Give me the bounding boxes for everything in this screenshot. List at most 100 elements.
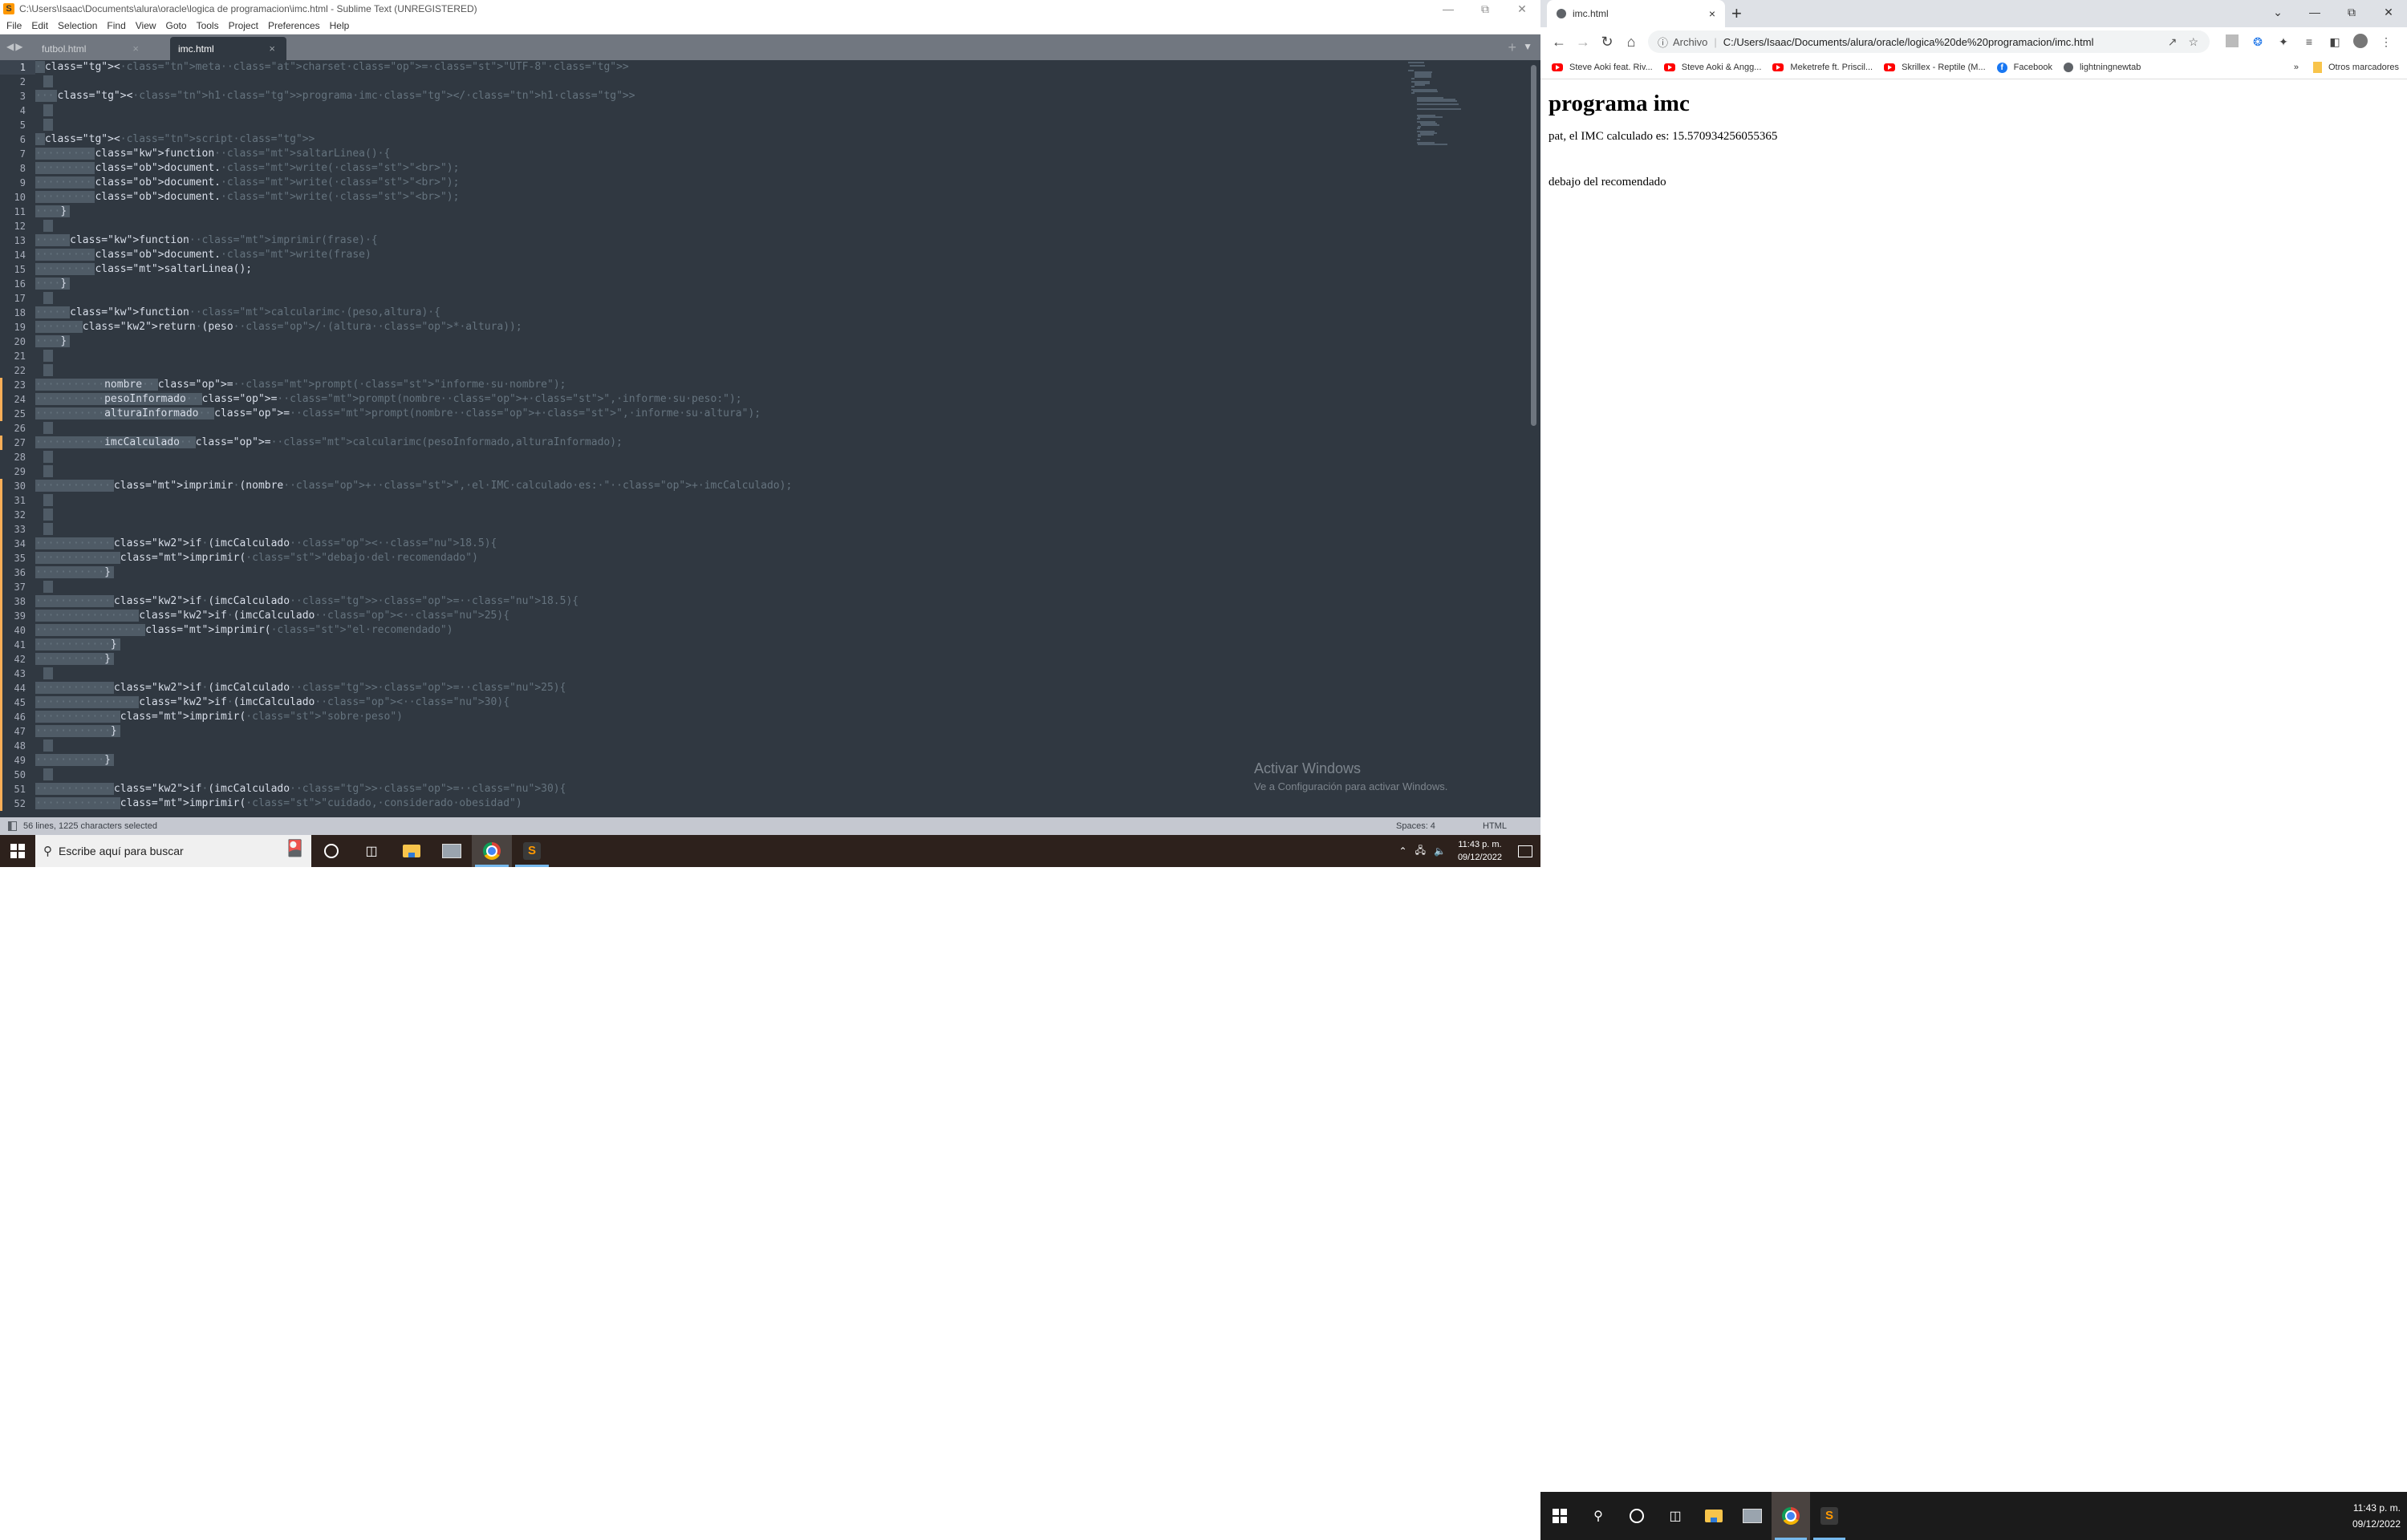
bookmarks-overflow-button[interactable]: » <box>2294 63 2299 72</box>
chrome-menu-icon[interactable]: ⋮ <box>2373 35 2399 49</box>
tray-overflow-chevron-icon[interactable]: ⌃ <box>1399 845 1407 857</box>
code-line[interactable] <box>35 450 792 464</box>
code-line[interactable]: ····} <box>35 277 792 291</box>
home-icon[interactable]: ⌂ <box>1619 34 1643 51</box>
code-line[interactable] <box>35 464 792 479</box>
code-line[interactable] <box>35 667 792 681</box>
share-icon[interactable]: ↗ <box>2168 35 2178 49</box>
code-line[interactable] <box>35 580 792 594</box>
code-line[interactable] <box>35 219 792 233</box>
code-line[interactable]: ············· class="mt">imprimir(·class=… <box>35 710 792 724</box>
menu-preferences[interactable]: Preferences <box>268 20 320 31</box>
close-button[interactable]: ✕ <box>1504 2 1540 16</box>
code-line[interactable]: ············ class="mt">imprimir·(nombre·… <box>35 479 792 493</box>
code-line[interactable]: ············ class="kw2">if·(imcCalculado… <box>35 594 792 609</box>
code-line[interactable]: ················ class="kw2">if·(imcCalcu… <box>35 695 792 710</box>
extension-blue-icon[interactable]: ❂ <box>2245 35 2271 49</box>
code-line[interactable]: ····· class="kw">function··class="mt">cal… <box>35 306 792 320</box>
close-tab-icon[interactable]: × <box>1709 7 1715 20</box>
task-view-button[interactable]: ◫ <box>351 835 392 867</box>
code-line[interactable] <box>35 508 792 522</box>
bookmark-star-icon[interactable]: ☆ <box>2188 35 2198 49</box>
code-line[interactable]: ···········} <box>35 652 792 667</box>
code-line[interactable]: ············ class="kw2">if·(imcCalculado… <box>35 537 792 551</box>
task-view-button[interactable]: ◫ <box>1656 1492 1695 1540</box>
chrome-taskbar-button[interactable] <box>472 835 512 867</box>
code-line[interactable] <box>35 739 792 753</box>
code-line[interactable]: ···········} <box>35 753 792 768</box>
code-line[interactable]: ···········nombre·· class="op">=··class="… <box>35 378 792 392</box>
reload-icon[interactable]: ↻ <box>1595 34 1619 51</box>
code-line[interactable]: ············} <box>35 724 792 739</box>
chrome-tab-imc[interactable]: imc.html × <box>1547 0 1725 27</box>
notifications-icon[interactable] <box>1518 845 1532 857</box>
bookmark-item[interactable]: Steve Aoki feat. Riv... <box>1552 63 1653 72</box>
info-icon[interactable]: ⓘ <box>1658 34 1668 50</box>
menu-file[interactable]: File <box>6 20 22 31</box>
close-button[interactable]: ✕ <box>2370 6 2407 19</box>
tab-nav-arrows-icon[interactable]: ◀▶ <box>6 41 24 52</box>
menu-tools[interactable]: Tools <box>197 20 219 31</box>
resource-monitor-button[interactable] <box>432 835 472 867</box>
bookmark-item[interactable]: Steve Aoki & Angg... <box>1663 63 1761 72</box>
code-line[interactable] <box>35 421 792 436</box>
cortana-button[interactable] <box>311 835 351 867</box>
code-line[interactable]: ········· class="ob">document.·class="mt"… <box>35 248 792 262</box>
tab-search-chevron-icon[interactable]: ⌄ <box>2259 6 2296 19</box>
code-line[interactable]: · class="tg"><·class="tn">script·class="t… <box>35 132 792 147</box>
cortana-button[interactable] <box>1618 1492 1656 1540</box>
code-line[interactable] <box>35 493 792 508</box>
url-text[interactable]: C:/Users/Isaac/Documents/alura/oracle/lo… <box>1723 36 2168 48</box>
file-explorer-button[interactable] <box>1695 1492 1733 1540</box>
code-line[interactable]: ················· class="mt">imprimir(·cl… <box>35 623 792 638</box>
chrome-taskbar-button[interactable] <box>1772 1492 1810 1540</box>
code-line[interactable] <box>35 103 792 118</box>
code-line[interactable]: ···········alturaInformado·· class="op">=… <box>35 407 792 421</box>
code-line[interactable] <box>35 363 792 378</box>
code-line[interactable] <box>35 768 792 782</box>
code-line[interactable]: ····· class="kw">function··class="mt">imp… <box>35 233 792 248</box>
code-editor[interactable]: 1 2 3 4 5 6 7 8 9 10 11 12 13 14 15 16 17 18 19 20 21 22 23 24 2… <box>0 60 1540 817</box>
code-line[interactable] <box>35 118 792 132</box>
code-line[interactable]: ········· class="ob">document.·class="mt"… <box>35 190 792 205</box>
syntax-status[interactable]: HTML <box>1483 821 1507 831</box>
clock[interactable]: 11:43 p. m. 09/12/2022 <box>2352 1500 2401 1532</box>
code-line[interactable]: ····} <box>35 334 792 349</box>
bookmark-item[interactable]: Skrillex - Reptile (M... <box>1884 63 1986 72</box>
code-line[interactable]: · class="tg"><·class="tn">meta··class="at… <box>35 60 792 75</box>
restore-button[interactable]: ⧉ <box>1467 2 1504 16</box>
extensions-puzzle-icon[interactable]: ✦ <box>2271 35 2296 49</box>
network-icon[interactable]: 🖧 <box>1415 843 1426 860</box>
menu-help[interactable]: Help <box>330 20 350 31</box>
side-panel-icon[interactable]: ◧ <box>2322 35 2348 49</box>
start-button[interactable] <box>0 835 35 867</box>
search-button[interactable]: ⚲ <box>1579 1492 1618 1540</box>
code-line[interactable] <box>35 291 792 306</box>
menu-selection[interactable]: Selection <box>58 20 97 31</box>
code-line[interactable] <box>35 75 792 89</box>
code-line[interactable]: ···········imcCalculado·· class="op">=··c… <box>35 436 792 450</box>
code-line[interactable] <box>35 349 792 363</box>
bookmark-item[interactable]: Meketrefe ft. Priscil... <box>1772 63 1873 72</box>
code-line[interactable] <box>35 522 792 537</box>
new-tab-plus-icon[interactable]: + <box>1508 39 1516 56</box>
menu-project[interactable]: Project <box>229 20 258 31</box>
file-explorer-button[interactable] <box>392 835 432 867</box>
code-line[interactable]: ··· class="tg"><·class="tn">h1·class="tg"… <box>35 89 792 103</box>
code-line[interactable]: ············ class="kw2">if·(imcCalculado… <box>35 782 792 796</box>
bookmark-item[interactable]: f Facebook <box>1996 62 2052 73</box>
tab-list-dropdown-icon[interactable]: ▼ <box>1523 41 1532 52</box>
close-tab-icon[interactable]: × <box>269 43 275 55</box>
code-line[interactable]: ············} <box>35 638 792 652</box>
editor-scrollbar[interactable] <box>1531 65 1536 426</box>
minimize-button[interactable]: — <box>1430 2 1467 15</box>
code-line[interactable]: ············· class="mt">imprimir(·class=… <box>35 796 792 811</box>
tab-futbol[interactable]: futbol.html × <box>34 37 150 60</box>
code-line[interactable]: ············· class="mt">imprimir(·class=… <box>35 551 792 565</box>
minimize-button[interactable]: — <box>2296 6 2333 18</box>
code-line[interactable]: ········· class="ob">document.·class="mt"… <box>35 176 792 190</box>
code-area[interactable]: · class="tg"><·class="tn">meta··class="at… <box>35 60 792 811</box>
address-bar[interactable]: ⓘ Archivo | C:/Users/Isaac/Documents/alu… <box>1648 30 2210 53</box>
code-line[interactable]: ········· class="kw">function··class="mt"… <box>35 147 792 161</box>
panel-toggle-icon[interactable] <box>8 821 17 831</box>
